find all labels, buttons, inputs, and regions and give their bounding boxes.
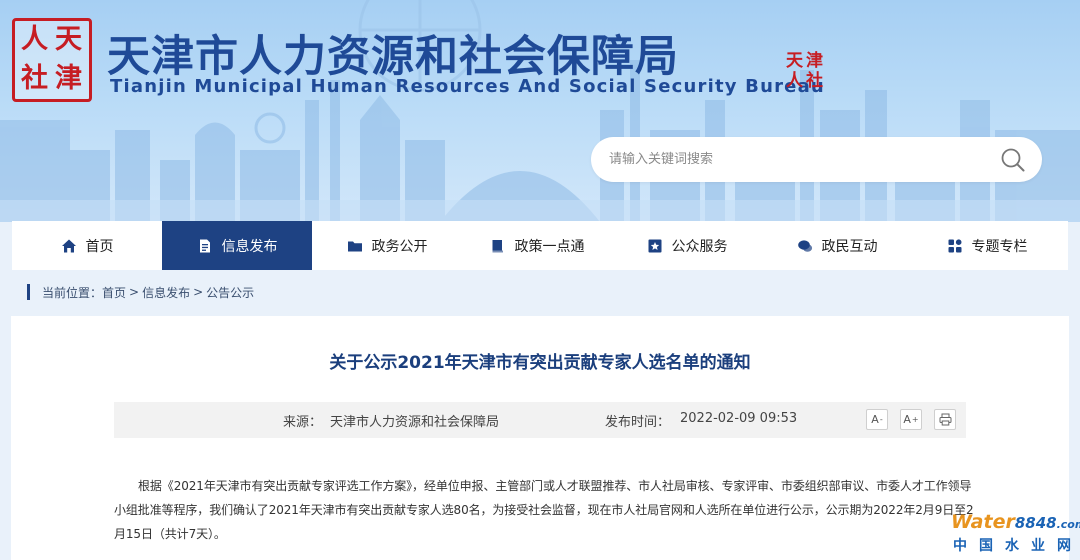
breadcrumb-prefix: 当前位置： [42, 285, 103, 300]
svg-text:社: 社 [805, 70, 823, 90]
logo-char: 天 [55, 24, 82, 55]
nav-item-special-topics[interactable]: 专题专栏 [912, 221, 1062, 270]
watermark-cn: 中国水业网 [953, 538, 1080, 554]
source-value: 天津市人力资源和社会保障局 [330, 415, 500, 430]
main-nav: 首页 信息发布 政务公开 政策一点通 公众服务 政民互动 专题专栏 [12, 221, 1068, 270]
site-title: 天津市人力资源和社会保障局 [107, 32, 679, 82]
article-body: 根据《2021年天津市有突出贡献专家评选工作方案》，经单位申报、主管部门或人才联… [114, 479, 974, 541]
logo-char: 津 [55, 63, 82, 94]
source-label: 来源： [283, 415, 323, 430]
star-badge-icon [648, 239, 661, 252]
nav-item-label: 政务公开 [371, 238, 428, 255]
document-icon [199, 239, 210, 252]
svg-text:人: 人 [786, 71, 804, 90]
article-card: 关于公示2021年天津市有突出贡献专家人选名单的通知 来源： 天津市人力资源和社… [11, 316, 1069, 560]
breadcrumb-separator: > [193, 285, 204, 299]
breadcrumb-link-info-release[interactable]: 信息发布 [142, 284, 190, 301]
article-meta-bar: 来源： 天津市人力资源和社会保障局 发布时间： 2022-02-09 09:53… [114, 402, 966, 438]
grid-icon [948, 238, 961, 252]
nav-item-interaction[interactable]: 政民互动 [762, 221, 912, 270]
search-icon[interactable] [1000, 147, 1026, 173]
header-banner: 人 天 社 津 天津市人力资源和社会保障局 Tianjin Municipal … [0, 0, 1080, 222]
nav-item-label: 政民互动 [821, 238, 878, 255]
chat-icon [797, 239, 812, 252]
nav-item-label: 政策一点通 [514, 238, 585, 255]
print-button[interactable] [934, 409, 956, 430]
article-title: 关于公示2021年天津市有突出贡献专家人选名单的通知 [329, 353, 751, 373]
bureau-logo: 人 天 社 津 [12, 18, 92, 102]
search-input[interactable] [609, 147, 969, 172]
logo-char: 社 [21, 63, 48, 94]
nav-item-public-service[interactable]: 公众服务 [612, 221, 762, 270]
watermark-brand: Water8848.com [951, 511, 1080, 533]
publish-time-value: 2022-02-09 09:53 [680, 411, 798, 426]
nav-item-label: 专题专栏 [971, 238, 1028, 255]
home-icon [61, 239, 76, 252]
font-increase-button[interactable]: A + [900, 409, 922, 430]
nav-item-home[interactable]: 首页 [12, 221, 162, 270]
breadcrumb-separator: > [129, 285, 140, 299]
site-title-english: Tianjin Municipal Human Resources And So… [110, 76, 825, 97]
folder-icon [347, 241, 362, 251]
nav-item-label: 公众服务 [671, 238, 728, 255]
breadcrumb: 当前位置： 首页 > 信息发布 > 公告公示 [27, 283, 254, 301]
nav-item-label: 信息发布 [221, 238, 278, 255]
breadcrumb-marker [27, 284, 30, 300]
publish-time-label: 发布时间： [605, 415, 671, 430]
nav-item-info-release[interactable]: 信息发布 [162, 221, 312, 270]
nav-item-label: 首页 [85, 238, 114, 255]
logo-char: 人 [21, 24, 48, 55]
seal-emblem-icon: 天 津 人 社 [786, 50, 823, 90]
breadcrumb-link-announcements[interactable]: 公告公示 [206, 284, 254, 301]
print-icon [939, 413, 951, 426]
svg-text:津: 津 [806, 50, 823, 71]
search-box [591, 137, 1042, 182]
breadcrumb-link-home[interactable]: 首页 [102, 284, 126, 301]
font-decrease-button[interactable]: A- [866, 409, 888, 430]
svg-text:天: 天 [786, 51, 804, 71]
nav-item-policy[interactable]: 政策一点通 [462, 221, 612, 270]
book-icon [492, 239, 503, 252]
watermark-logo: Water8848.com 中国水业网 [951, 511, 1080, 557]
nav-item-government-affairs[interactable]: 政务公开 [312, 221, 462, 270]
